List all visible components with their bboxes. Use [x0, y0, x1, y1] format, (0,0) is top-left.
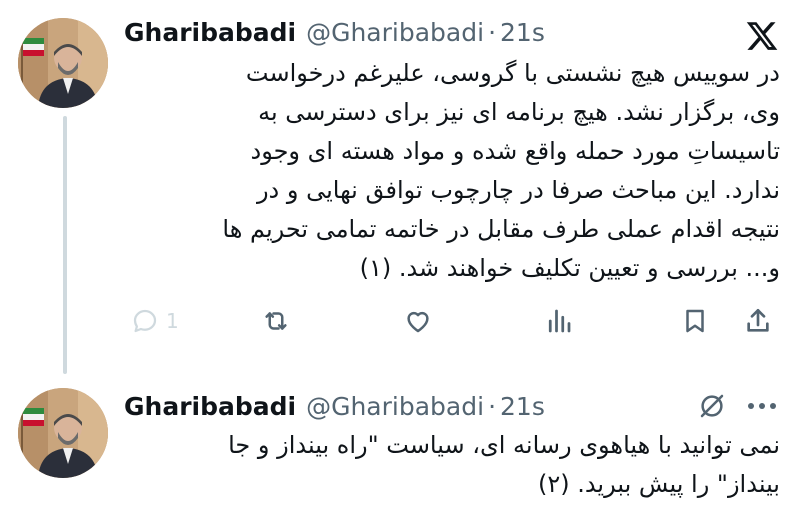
tweet-actions: 1	[120, 301, 780, 341]
tweet-text-line: تاسیساتِ مورد حمله واقع شده و مواد هسته …	[250, 137, 781, 165]
tweet-text-line: در سوییس هیچ نشستی با گروسی، علیرغم درخو…	[245, 59, 780, 87]
reply-icon	[130, 306, 160, 336]
tweet-text-line: نتیجه اقدام عملی طرف مقابل در خاتمه تمام…	[222, 215, 780, 243]
reply-button[interactable]: 1	[130, 301, 179, 341]
tweet-header: Gharibabadi @Gharibabadi · 21s	[124, 14, 545, 50]
tweet-1[interactable]: Gharibabadi @Gharibabadi · 21s در سوییس …	[0, 0, 800, 374]
avatar[interactable]	[18, 18, 108, 108]
tweet-text: در سوییس هیچ نشستی با گروسی، علیرغم درخو…	[120, 54, 780, 288]
author-handle[interactable]: @Gharibabadi	[306, 18, 484, 47]
tweet-text: نمی توانید با هیاهوی رسانه ای، سیاست "را…	[120, 426, 780, 504]
avatar[interactable]	[18, 388, 108, 478]
reply-count: 1	[166, 309, 179, 333]
share-button[interactable]	[742, 301, 774, 341]
tweet-text-line: نمی توانید با هیاهوی رسانه ای، سیاست "را…	[228, 431, 780, 459]
timestamp[interactable]: 21s	[500, 392, 545, 421]
timestamp[interactable]: 21s	[500, 18, 545, 47]
x-logo-icon[interactable]	[742, 16, 782, 56]
tweet-text-line: وی، برگزار نشد. هیچ برنامه ای نیز برای د…	[258, 98, 780, 126]
tweet-2[interactable]: Gharibabadi @Gharibabadi · 21s نمی توانی…	[0, 370, 800, 514]
share-icon	[742, 305, 774, 337]
views-icon	[544, 306, 574, 336]
thread-line	[63, 116, 67, 374]
tweet-text-line: و... بررسی و تعیین تکلیف خواهند شد. (۱)	[359, 254, 780, 282]
tweet-header: Gharibabadi @Gharibabadi · 21s	[124, 388, 545, 424]
tweet-text-line: ندارد. این مباحث صرفا در چارچوب توافق نه…	[256, 176, 780, 204]
tweet-text-line: بینداز" را پیش ببرید. (۲)	[537, 470, 780, 498]
author-name[interactable]: Gharibabadi	[124, 392, 296, 421]
bookmark-button[interactable]	[680, 301, 710, 341]
author-name[interactable]: Gharibabadi	[124, 18, 296, 47]
grok-icon[interactable]	[694, 388, 730, 424]
repost-icon	[260, 306, 292, 336]
like-button[interactable]	[402, 301, 434, 341]
author-handle[interactable]: @Gharibabadi	[306, 392, 484, 421]
views-button[interactable]	[544, 301, 574, 341]
heart-icon	[402, 306, 434, 336]
separator-dot: ·	[488, 17, 497, 47]
bookmark-icon	[680, 306, 710, 336]
more-icon[interactable]	[742, 388, 782, 424]
separator-dot: ·	[488, 391, 497, 421]
repost-button[interactable]	[260, 301, 292, 341]
